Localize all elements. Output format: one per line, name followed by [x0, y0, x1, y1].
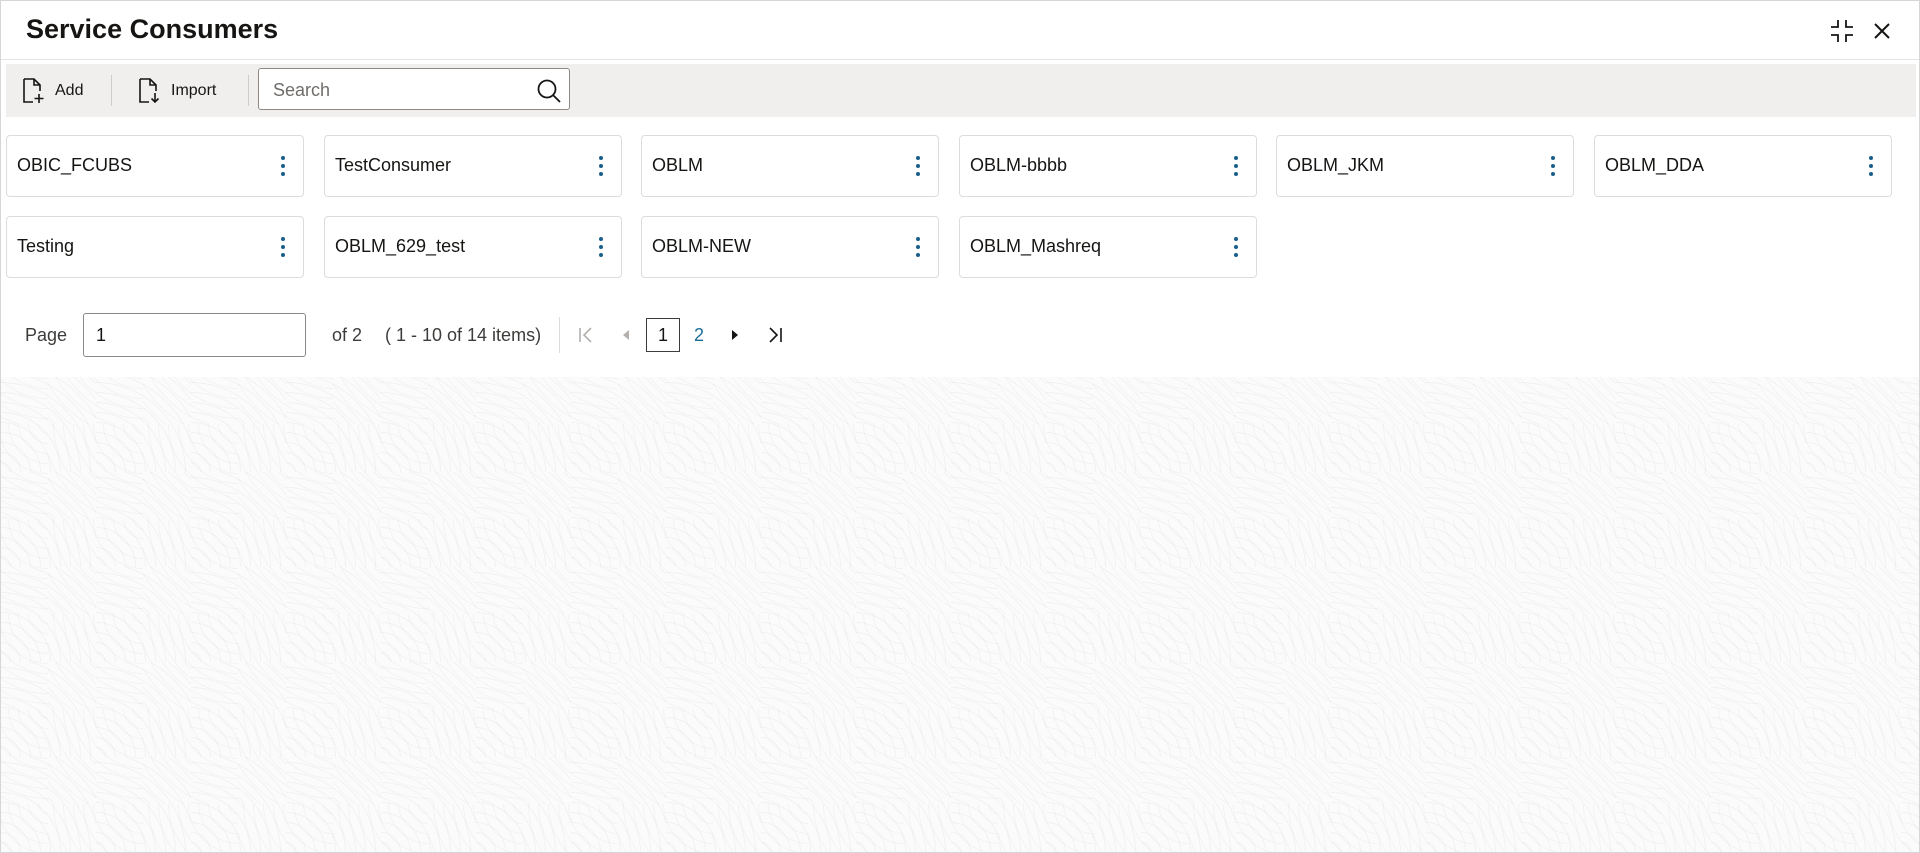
consumer-card-label: OBLM_629_test [335, 236, 466, 256]
more-options-icon[interactable] [1861, 150, 1881, 182]
toolbar: Add Import [6, 64, 1916, 117]
item-range-text: ( 1 - 10 of 14 items) [385, 325, 542, 345]
previous-page-icon[interactable] [614, 323, 638, 347]
consumer-card[interactable]: Testing [6, 216, 304, 278]
consumer-card-label: TestConsumer [335, 155, 452, 175]
consumer-card[interactable]: OBLM [641, 135, 939, 197]
page-button[interactable]: 2 [682, 318, 716, 352]
add-button[interactable]: Add [21, 64, 83, 117]
pagination-divider [559, 317, 560, 353]
search-icon[interactable] [536, 78, 562, 104]
page-number-input[interactable] [83, 313, 306, 357]
page-label: Page [25, 325, 68, 345]
toolbar-divider [111, 75, 112, 106]
page-title: Service Consumers [26, 14, 279, 44]
next-page-icon[interactable] [723, 323, 747, 347]
more-options-icon[interactable] [273, 231, 293, 263]
consumer-card[interactable]: OBLM-bbbb [959, 135, 1257, 197]
import-document-icon [139, 77, 160, 103]
consumer-card[interactable]: OBLM_DDA [1594, 135, 1892, 197]
more-options-icon[interactable] [908, 150, 928, 182]
search-input[interactable] [271, 69, 545, 111]
consumer-card[interactable]: OBLM_Mashreq [959, 216, 1257, 278]
consumer-card[interactable]: OBIC_FCUBS [6, 135, 304, 197]
more-options-icon[interactable] [1543, 150, 1563, 182]
consumer-card[interactable]: OBLM_JKM [1276, 135, 1574, 197]
close-icon[interactable] [1867, 16, 1897, 46]
consumer-card[interactable]: TestConsumer [324, 135, 622, 197]
minimize-icon[interactable] [1827, 16, 1857, 46]
more-options-icon[interactable] [591, 150, 611, 182]
more-options-icon[interactable] [908, 231, 928, 263]
consumer-card-label: OBLM_Mashreq [970, 236, 1102, 256]
consumer-card-label: OBLM_JKM [1287, 155, 1385, 175]
last-page-icon[interactable] [763, 323, 787, 347]
search-box [258, 68, 570, 111]
more-options-icon[interactable] [273, 150, 293, 182]
add-document-icon [23, 77, 44, 103]
consumer-card[interactable]: OBLM_629_test [324, 216, 622, 278]
consumer-card-label: OBLM-NEW [652, 236, 751, 256]
import-button-label: Import [171, 81, 217, 99]
toolbar-divider [248, 75, 249, 106]
page-count-text: of 2 [332, 325, 363, 345]
more-options-icon[interactable] [1226, 231, 1246, 263]
first-page-icon[interactable] [574, 323, 598, 347]
consumer-card-label: OBIC_FCUBS [17, 155, 133, 175]
service-consumers-window: Service Consumers Add Import Search OBIC… [0, 0, 1920, 853]
consumer-card-label: OBLM_DDA [1605, 155, 1705, 175]
import-button[interactable]: Import [137, 64, 216, 117]
consumer-card-label: OBLM [652, 155, 704, 175]
more-options-icon[interactable] [591, 231, 611, 263]
add-button-label: Add [55, 81, 84, 99]
background-pattern [1, 377, 1919, 852]
more-options-icon[interactable] [1226, 150, 1246, 182]
consumer-card[interactable]: OBLM-NEW [641, 216, 939, 278]
consumer-card-label: Testing [17, 236, 75, 256]
consumer-card-label: OBLM-bbbb [970, 155, 1068, 175]
pagination: Page of 2 ( 1 - 10 of 14 items) 1 2 [1, 313, 901, 357]
page-button-current[interactable]: 1 [646, 318, 680, 352]
title-bar: Service Consumers [1, 1, 1919, 60]
